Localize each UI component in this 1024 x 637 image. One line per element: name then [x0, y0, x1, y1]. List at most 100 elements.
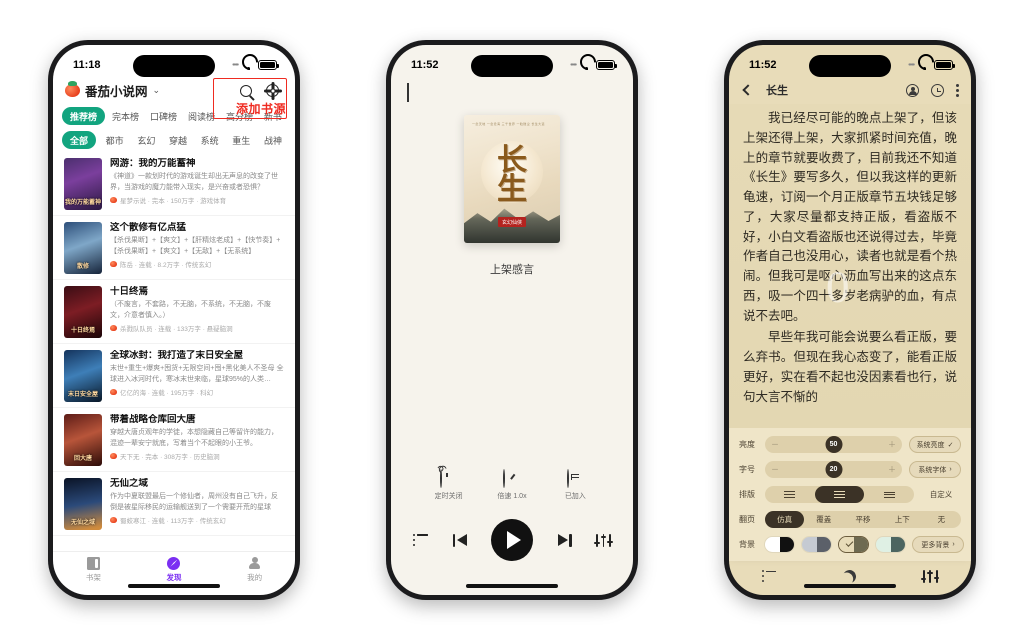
bg-swatch-0[interactable]: [764, 536, 795, 553]
tab-mine[interactable]: 我的: [225, 556, 285, 583]
layout-option-medium[interactable]: [814, 486, 865, 503]
timer-button[interactable]: 定时关闭: [423, 465, 475, 501]
status-time: 11:18: [73, 59, 101, 71]
tab-cat-5[interactable]: 重生: [228, 131, 254, 149]
list-item[interactable]: 我的万能蓄神 网游：我的万能蓄神 《神道》一款划时代的游戏诞生却出无声息的改变了…: [53, 152, 295, 216]
pageturn-option-3[interactable]: 上下: [883, 511, 922, 528]
loose-lines-icon: [784, 490, 796, 499]
more-backgrounds-button[interactable]: 更多背景 ›: [912, 536, 964, 553]
fontsize-value[interactable]: 20: [825, 461, 842, 478]
tab-cat-0[interactable]: 全部: [62, 131, 97, 149]
cover-title: 回大唐: [73, 456, 93, 462]
catalog-icon[interactable]: [762, 570, 777, 582]
fontsize-slider[interactable]: － 20 ＋: [765, 461, 902, 478]
book-desc: 【杀伐果断】+【爽文】+【肝精炫老成】+【快节奏】+【杀伐果断】+【爽文】+【无…: [110, 237, 281, 255]
book-meta: 陈岳 · 连载 · 8.2万字 · 传统玄幻: [110, 259, 284, 269]
pageturn-option-2[interactable]: 平移: [843, 511, 882, 528]
chevron-down-icon[interactable]: [407, 83, 409, 102]
system-brightness-button[interactable]: 系统亮度 ✓: [909, 436, 961, 453]
reader-settings-panel: 亮度 － 50 ＋ 系统亮度 ✓ 字号 － 20 ＋ 系统字体 › 排版 自定义…: [729, 428, 971, 561]
tab-cat-4[interactable]: 系统: [197, 131, 223, 149]
book-meta-text: 天下无 · 完本 · 308万字 · 历史脑洞: [120, 454, 220, 462]
compass-icon: [167, 556, 181, 570]
equalizer-icon[interactable]: [594, 533, 613, 547]
paragraph: 早些年我可能会说要么看正版，要么弃书。但现在我心态变了，能看正版更好，实在看不起…: [743, 329, 957, 404]
cover-title: 散修: [76, 264, 90, 270]
medium-lines-icon: [834, 490, 845, 499]
book-title: 带着战略仓库回大唐: [110, 414, 196, 425]
tab-cat-1[interactable]: 都市: [102, 131, 128, 149]
list-item[interactable]: 回大唐 带着战略仓库回大唐 穿越大唐贞观年的学徒，本想隐藏自己等留许的能力，混迹…: [53, 408, 295, 472]
screenshot-stage: 11:18 •••• 番茄小说网 ⌄ 添加书源 推荐榜 完本榜 口碑榜 阅读榜 …: [0, 0, 1024, 637]
added-button[interactable]: 已加入: [549, 469, 601, 501]
gear-icon[interactable]: [266, 84, 279, 97]
speed-icon: [503, 469, 520, 488]
signal-dots-icon: ••••: [908, 61, 915, 69]
brightness-slider[interactable]: － 50 ＋: [765, 436, 902, 453]
fontsize-label: 字号: [739, 465, 755, 474]
pageturn-option-1[interactable]: 覆盖: [804, 511, 843, 528]
cover-title: 无仙之域: [70, 520, 96, 526]
play-icon[interactable]: [491, 519, 533, 561]
bg-swatch-1[interactable]: [801, 536, 832, 553]
brightness-plus[interactable]: ＋: [888, 439, 896, 450]
tab-cat-3[interactable]: 穿越: [165, 131, 191, 149]
book-cover[interactable]: 一念天地 一念沧海 三千世界 一粒微尘 长生大道 长生 玄幻仙侠: [464, 115, 560, 243]
fontsize-plus[interactable]: ＋: [888, 464, 896, 475]
tab-bookshelf[interactable]: 书架: [63, 556, 123, 583]
clock-circle-icon[interactable]: [931, 83, 944, 97]
tab-cat-6[interactable]: 战神: [260, 131, 286, 149]
fontsize-row: 字号 － 20 ＋ 系统字体 ›: [739, 461, 961, 478]
previous-icon[interactable]: [452, 533, 467, 547]
list-icon[interactable]: [413, 533, 428, 546]
brightness-minus[interactable]: －: [771, 439, 779, 450]
chapter-title: 上架感言: [490, 264, 534, 276]
battery-icon: [596, 60, 617, 70]
tab-discover[interactable]: 发现: [144, 556, 204, 583]
paragraph: 我已经尽可能的晚点上架了，但该上架还得上架，大家抓紧时间充值，晚上的章节就要收费…: [743, 110, 957, 323]
list-item[interactable]: 散修 这个散修有亿点猛 【杀伐果断】+【爽文】+【肝精炫老成】+【快节奏】+【杀…: [53, 216, 295, 280]
bookshelf-icon: [86, 556, 100, 570]
list-item[interactable]: 末日安全屋 全球冰封：我打造了末日安全屋 末世+重生+爆爽+囤货+无限空间+囤+…: [53, 344, 295, 408]
fontsize-minus[interactable]: －: [771, 464, 779, 475]
tab-cat-2[interactable]: 玄幻: [133, 131, 159, 149]
list-item[interactable]: 十日终焉 十日终焉 （不废言，不套路，不无脑，不系统，不无脑，不废文，介意者慎入…: [53, 280, 295, 344]
book-meta-text: 杀戮队队员 · 连载 · 133万字 · 悬疑脑洞: [120, 326, 233, 334]
system-font-button[interactable]: 系统字体 ›: [909, 461, 961, 478]
more-vertical-icon[interactable]: [956, 83, 959, 97]
app-header: 番茄小说网 ⌄ 添加书源: [53, 78, 295, 119]
account-circle-icon[interactable]: [906, 83, 919, 97]
back-arrow-icon[interactable]: [742, 84, 754, 96]
layout-option-tight[interactable]: [864, 486, 914, 503]
signal-dots-icon: ••••: [570, 61, 577, 69]
pageturn-label: 翻页: [739, 515, 755, 524]
tab-label: 我的: [247, 572, 263, 582]
layout-custom-button[interactable]: 自定义: [921, 489, 961, 500]
tab-rank-2[interactable]: 口碑榜: [146, 107, 181, 125]
moon-icon[interactable]: [841, 568, 857, 584]
home-indicator: [128, 584, 220, 588]
layout-label: 排版: [739, 490, 755, 499]
next-icon[interactable]: [557, 533, 572, 547]
pageturn-option-4[interactable]: 无: [922, 511, 961, 528]
brand-selector[interactable]: 番茄小说网 ⌄: [65, 81, 160, 100]
brightness-value[interactable]: 50: [825, 436, 842, 453]
reader-body[interactable]: 0 我已经尽可能的晚点上架了，但该上架还得上架，大家抓紧时间充值，晚上的章节就要…: [729, 104, 971, 428]
layout-option-loose[interactable]: [765, 486, 815, 503]
book-cover: 回大唐: [64, 414, 102, 466]
reader-bottom-bar: [729, 561, 971, 595]
tab-rank-3[interactable]: 阅读榜: [184, 107, 219, 125]
speed-button[interactable]: 倍速 1.0x: [486, 469, 538, 501]
settings-sliders-icon[interactable]: [920, 569, 940, 583]
pageturn-option-0[interactable]: 仿真: [765, 511, 805, 528]
cover-caption: 一念天地 一念沧海 三千世界 一粒微尘 长生大道: [472, 122, 545, 126]
bg-swatch-3[interactable]: [875, 536, 906, 553]
book-meta: 蜀蛟寒江 · 连载 · 113万字 · 传统玄幻: [110, 515, 284, 525]
list-item[interactable]: 无仙之域 无仙之域 作为中夏联盟最后一个修仙者，周州没有自己飞升，反倒是被星际移…: [53, 472, 295, 536]
search-icon[interactable]: [240, 84, 252, 97]
system-font-label: 系统字体: [918, 466, 947, 474]
bg-swatch-2[interactable]: [838, 536, 869, 553]
tab-rank-0[interactable]: 推荐榜: [62, 107, 106, 125]
tab-rank-1[interactable]: 完本榜: [108, 107, 143, 125]
status-bar: 11:52 ••••: [729, 45, 971, 79]
